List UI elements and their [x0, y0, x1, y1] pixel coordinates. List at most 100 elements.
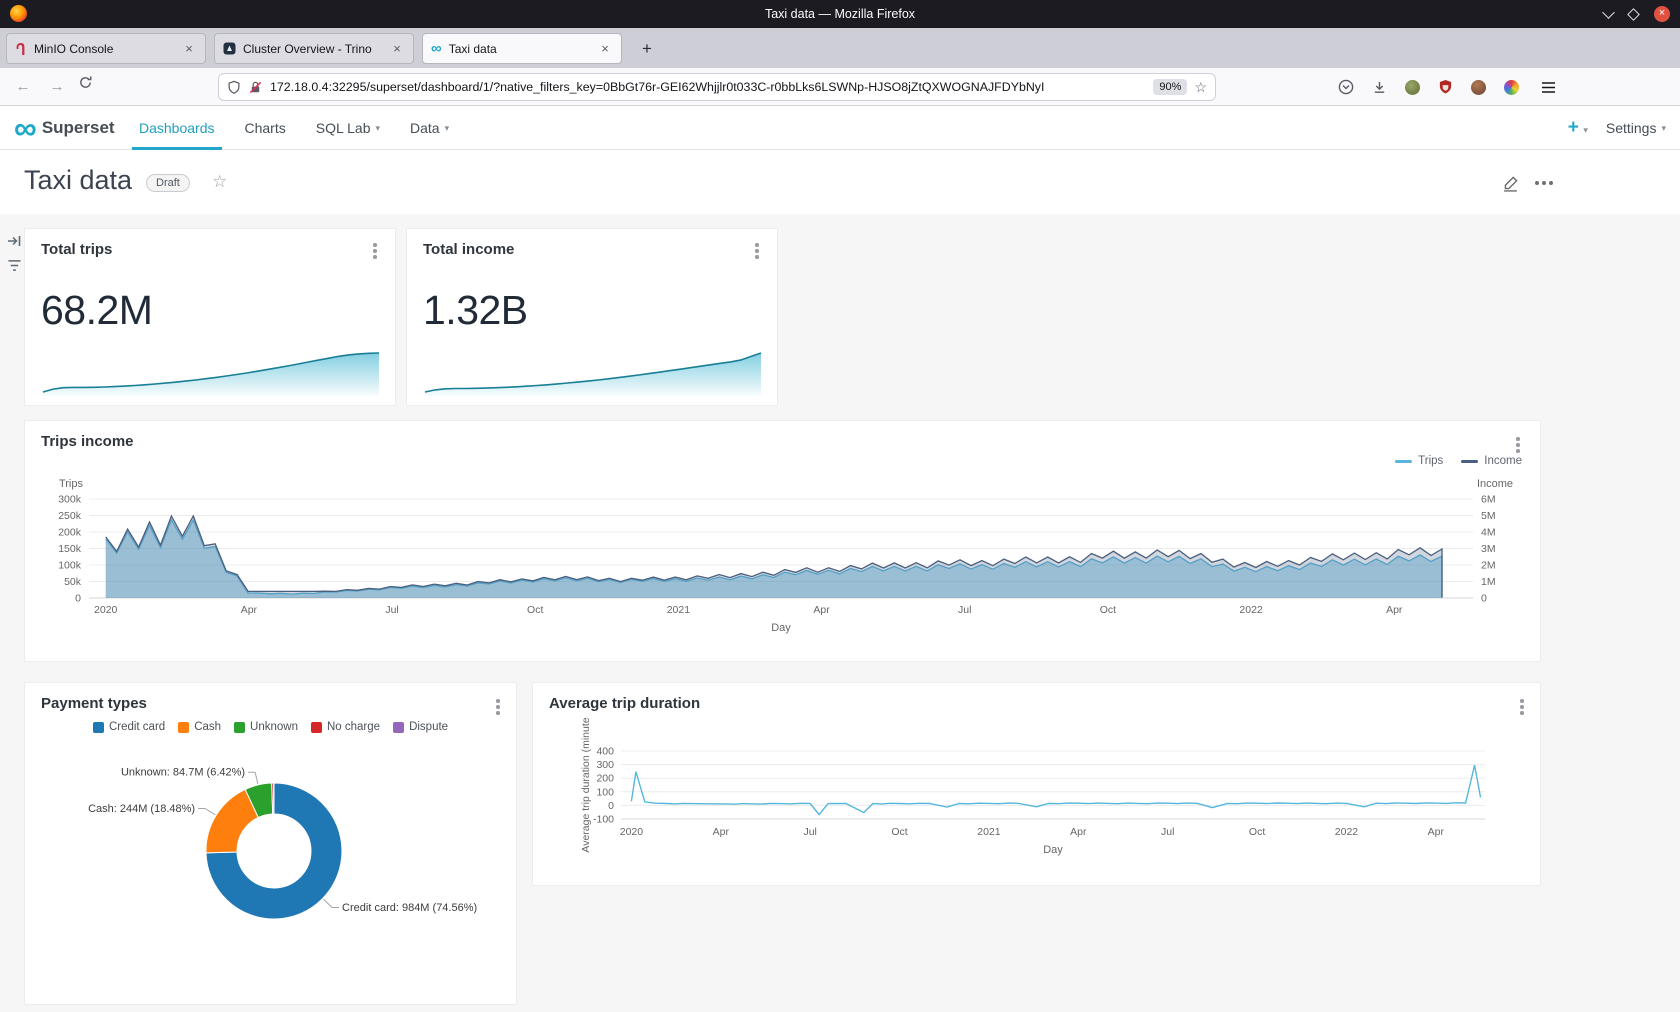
total-trips-sparkline	[41, 345, 381, 397]
nav-label: Dashboards	[139, 120, 215, 136]
chart-card-total-income: Total income 1.32B	[406, 228, 778, 406]
legend-item-unknown[interactable]: Unknown	[234, 721, 298, 733]
dashboard-header: Taxi data Draft ☆	[0, 150, 1680, 214]
window-close-icon[interactable]: ×	[1654, 6, 1670, 22]
chevron-down-icon: ▾	[1583, 125, 1588, 135]
legend-swatch	[178, 722, 189, 733]
svg-text:200k: 200k	[58, 527, 82, 539]
nav-item-dashboards[interactable]: Dashboards	[124, 106, 230, 150]
svg-text:Apr: Apr	[1428, 826, 1445, 838]
tab-minio-console[interactable]: MinIO Console ×	[6, 33, 206, 64]
tab-taxi-data[interactable]: ∞ Taxi data ×	[422, 33, 622, 64]
svg-text:Jul: Jul	[958, 604, 971, 616]
draft-badge: Draft	[146, 174, 190, 192]
svg-text:2M: 2M	[1481, 560, 1496, 572]
firefox-window: Taxi data — Mozilla Firefox × MinIO Cons…	[0, 0, 1680, 1012]
avg-trip-duration-chart: 4003002001000-1002020AprJulOct2021AprJul…	[533, 683, 1540, 885]
tab-cluster-overview-trino[interactable]: Cluster Overview - Trino ×	[214, 33, 414, 64]
legend-item-income[interactable]: Income	[1461, 455, 1522, 467]
svg-text:400: 400	[596, 746, 614, 758]
tracking-protection-shield-icon[interactable]	[227, 80, 241, 95]
forward-button[interactable]: →	[44, 75, 70, 99]
settings-menu[interactable]: Settings▾	[1606, 106, 1666, 150]
svg-text:-100: -100	[593, 814, 614, 826]
kebab-icon	[755, 249, 759, 253]
window-controls: ×	[1604, 0, 1670, 28]
svg-text:Day: Day	[1043, 844, 1063, 856]
legend-item-cash[interactable]: Cash	[178, 721, 221, 733]
pencil-icon	[1502, 175, 1519, 192]
dashboard-more-menu[interactable]	[1532, 172, 1556, 194]
window-maximize-icon[interactable]	[1627, 8, 1640, 21]
dashboard-title: Taxi data	[24, 165, 132, 196]
add-new-button[interactable]: + ▾	[1568, 117, 1588, 139]
chart-options-button[interactable]	[747, 241, 767, 261]
svg-text:Apr: Apr	[241, 604, 258, 616]
extension-privacy-button[interactable]	[1401, 77, 1423, 97]
svg-text:Apr: Apr	[1070, 826, 1087, 838]
legend-item-dispute[interactable]: Dispute	[393, 721, 448, 733]
legend-label: No charge	[327, 721, 380, 733]
tab-close-icon[interactable]: ×	[597, 41, 613, 56]
superset-infinity-icon: ∞	[14, 108, 37, 148]
svg-text:6M: 6M	[1481, 494, 1496, 506]
zoom-level-badge[interactable]: 90%	[1153, 79, 1187, 95]
svg-text:Income: Income	[1477, 478, 1513, 490]
chart-options-button[interactable]	[1508, 435, 1528, 455]
insecure-lock-icon[interactable]	[248, 80, 263, 95]
menu-button[interactable]	[1537, 77, 1559, 97]
svg-text:Apr: Apr	[813, 604, 830, 616]
chart-options-button[interactable]	[488, 697, 508, 717]
tab-close-icon[interactable]: ×	[181, 41, 197, 56]
svg-text:300k: 300k	[58, 494, 82, 506]
bookmark-star-icon[interactable]: ☆	[1194, 79, 1207, 96]
svg-text:250k: 250k	[58, 510, 82, 522]
legend-swatch	[311, 722, 322, 733]
big-number-value: 1.32B	[423, 287, 528, 334]
window-minimize-icon[interactable]	[1602, 6, 1615, 19]
edit-dashboard-button[interactable]	[1498, 172, 1522, 194]
svg-text:Day: Day	[771, 622, 791, 634]
pocket-save-button[interactable]	[1335, 77, 1357, 97]
reload-button[interactable]	[78, 75, 104, 99]
plus-icon: +	[1568, 117, 1579, 138]
chart-options-button[interactable]	[365, 241, 385, 261]
legend-item-credit-card[interactable]: Credit card	[93, 721, 165, 733]
avatar	[1471, 80, 1486, 95]
filters-button[interactable]	[3, 254, 25, 276]
legend-item-no-charge[interactable]: No charge	[311, 721, 380, 733]
svg-text:Unknown: 84.7M (6.42%): Unknown: 84.7M (6.42%)	[121, 767, 245, 779]
svg-text:2021: 2021	[667, 604, 691, 616]
legend-label: Cash	[194, 721, 221, 733]
nav-item-sql-lab[interactable]: SQL Lab▾	[301, 106, 395, 150]
new-tab-button[interactable]: +	[634, 36, 660, 62]
extension-green-icon	[1405, 80, 1420, 95]
tab-close-icon[interactable]: ×	[389, 41, 405, 56]
superset-logo[interactable]: ∞ Superset	[14, 106, 115, 150]
legend-item-trips[interactable]: Trips	[1395, 455, 1443, 467]
legend-swatch	[234, 722, 245, 733]
chart-title: Average trip duration	[549, 695, 700, 712]
extension-ublock-button[interactable]	[1434, 77, 1456, 97]
nav-item-charts[interactable]: Charts	[230, 106, 301, 150]
extension-colorful-button[interactable]	[1500, 77, 1522, 97]
svg-text:Oct: Oct	[891, 826, 907, 838]
downloads-button[interactable]	[1368, 77, 1390, 97]
chevron-down-icon: ▾	[375, 123, 380, 134]
url-bar[interactable]: 172.18.0.4:32295/superset/dashboard/1/?n…	[218, 73, 1216, 101]
legend-label: Credit card	[109, 721, 165, 733]
account-avatar-button[interactable]	[1467, 77, 1489, 97]
expand-filter-bar-button[interactable]	[3, 230, 25, 252]
svg-text:200: 200	[596, 773, 614, 785]
chart-card-payment-types: Unknown: 84.7M (6.42%)Cash: 244M (18.48%…	[24, 682, 517, 1005]
favorite-star-icon[interactable]: ☆	[212, 172, 227, 192]
ublock-shield-icon	[1438, 79, 1453, 95]
trino-icon	[223, 42, 236, 55]
chart-options-button[interactable]	[1512, 697, 1532, 717]
back-button[interactable]: ←	[10, 75, 36, 99]
legend-label: Trips	[1418, 455, 1443, 467]
nav-item-data[interactable]: Data▾	[395, 106, 464, 150]
svg-text:Jul: Jul	[1161, 826, 1174, 838]
url-text[interactable]: 172.18.0.4:32295/superset/dashboard/1/?n…	[270, 80, 1146, 94]
svg-text:2022: 2022	[1239, 604, 1263, 616]
